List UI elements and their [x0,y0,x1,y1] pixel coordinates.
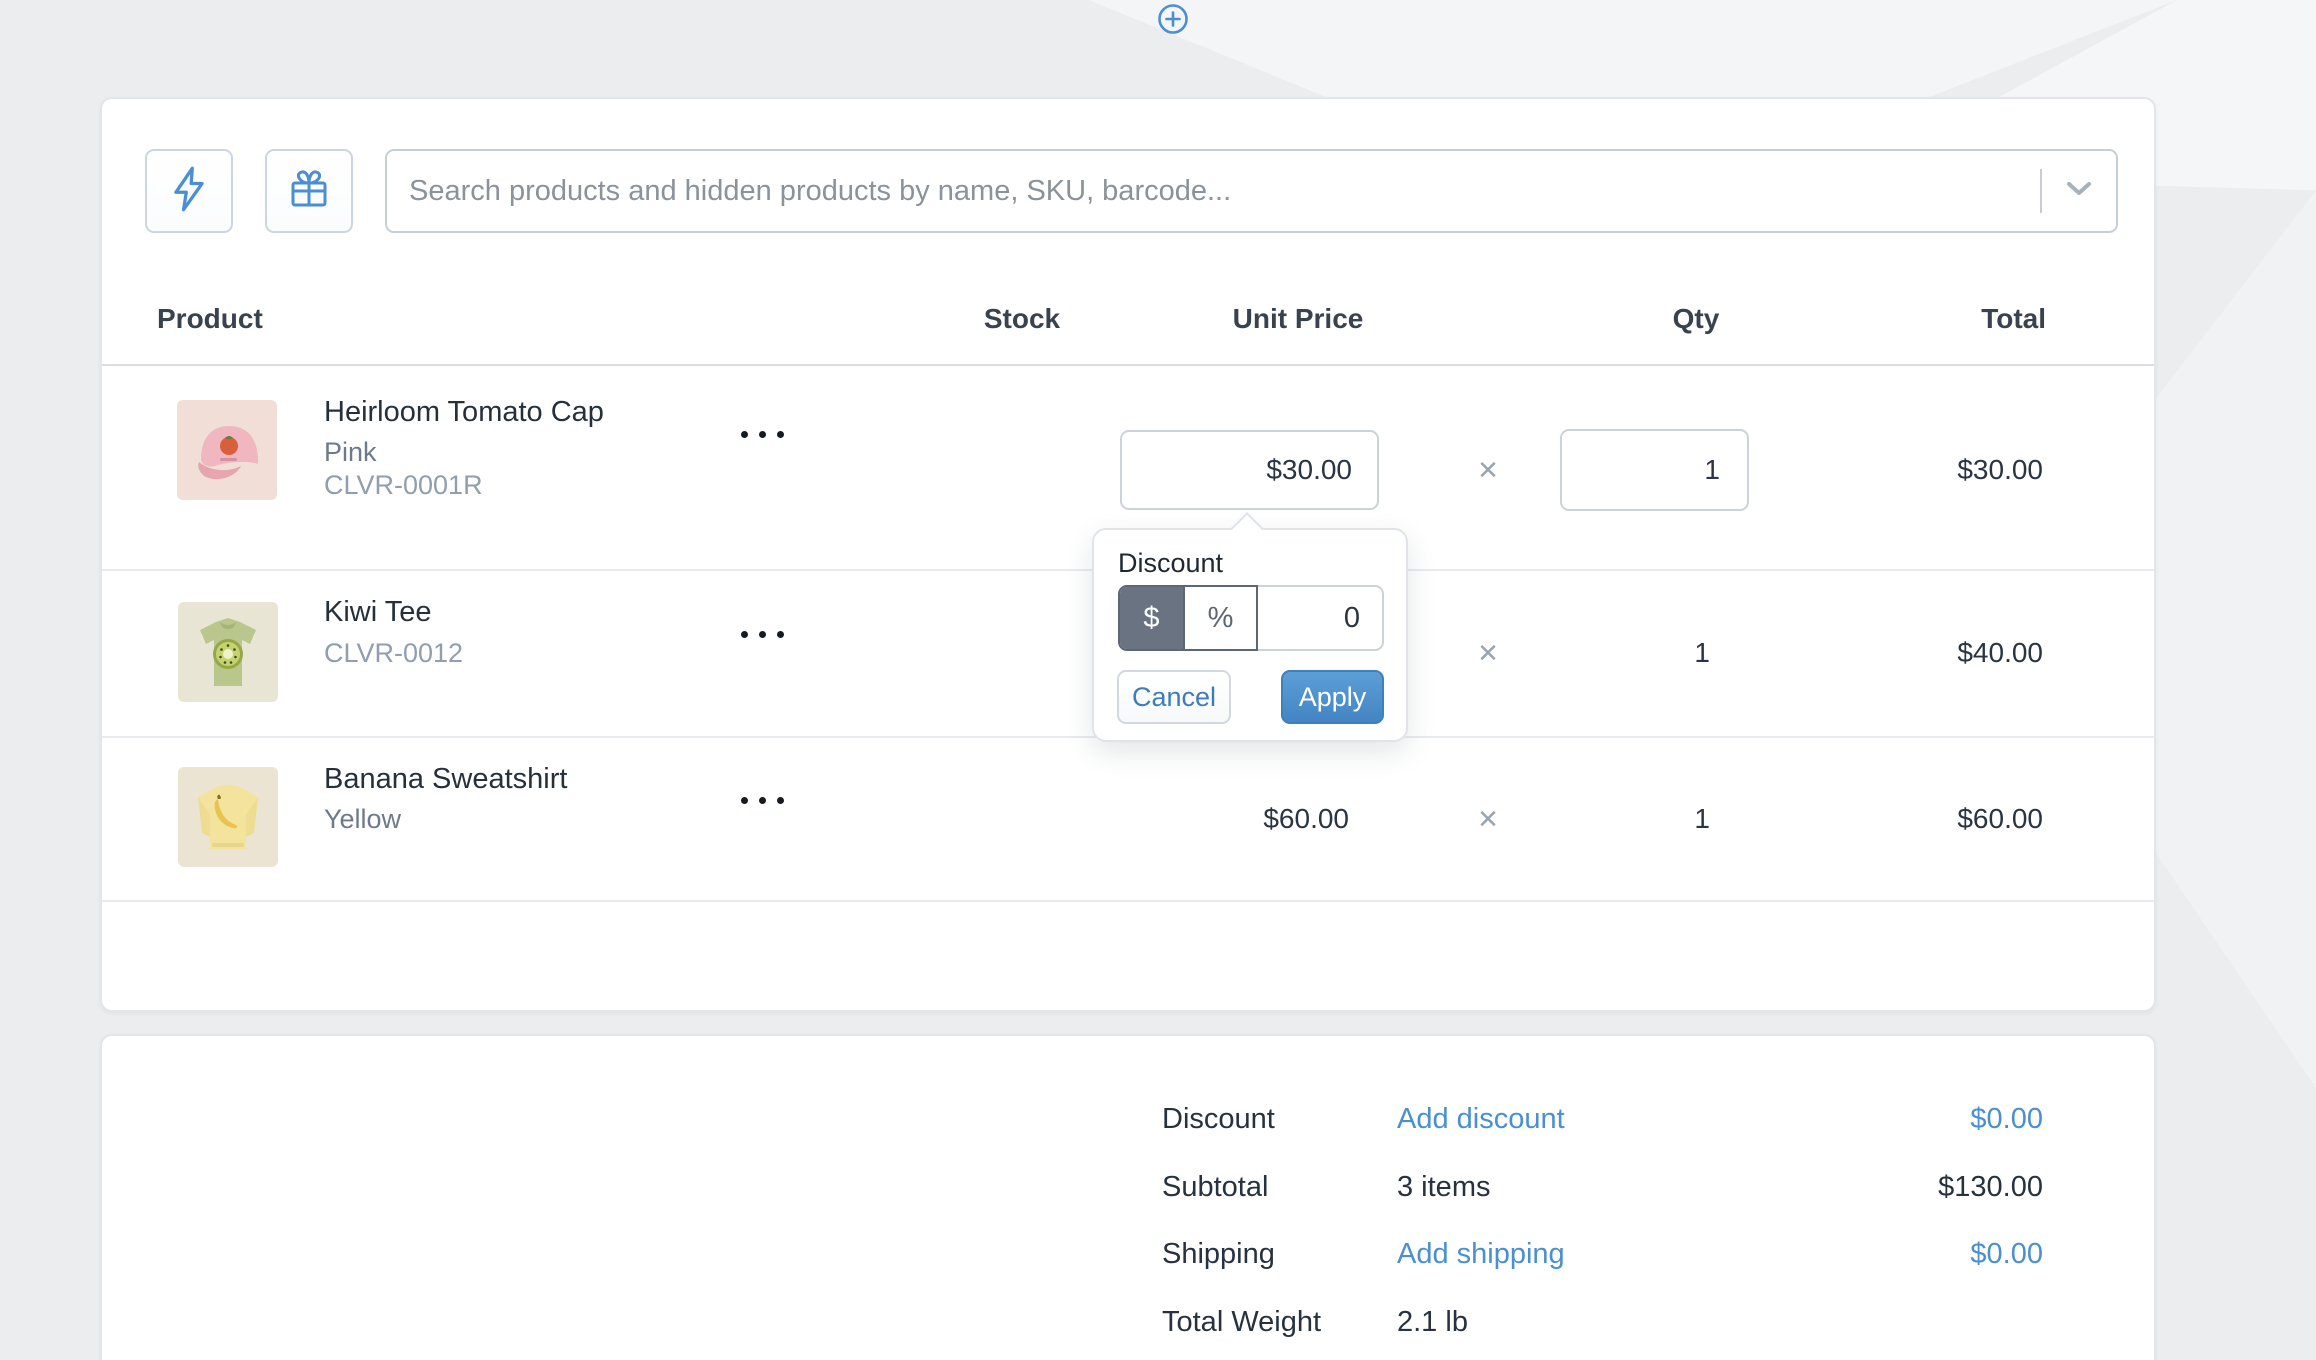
product-image-sweatshirt [178,767,278,867]
unit-price-value[interactable]: $60.00 [1263,799,1349,839]
add-discount-link[interactable]: Add discount [1397,1099,1565,1139]
product-sku: CLVR-0012 [324,635,463,671]
table-row: Banana Sweatshirt Yellow $60.00 ✕ 1 $60.… [102,736,2154,900]
summary-weight-value: 2.1 lb [1397,1302,1468,1342]
column-header-unit-price: Unit Price [1198,295,1398,343]
column-header-qty: Qty [1616,295,1776,343]
product-name-link[interactable]: Banana Sweatshirt [324,758,567,800]
line-total: $30.00 [1957,450,2043,490]
product-sku: CLVR-0001R [324,467,483,503]
quick-sale-button[interactable] [145,149,233,233]
discount-type-dollar-button[interactable]: $ [1120,587,1183,649]
line-quantity: 1 [1694,799,1710,839]
order-summary-card: Discount Add discount $0.00 Subtotal 3 i… [100,1034,2156,1360]
line-total: $40.00 [1957,633,2043,673]
discount-value-input[interactable] [1258,585,1384,651]
row-menu-button[interactable] [730,619,794,649]
summary-value: $0.00 [1970,1234,2043,1274]
ellipsis-icon [741,797,784,804]
product-search [385,149,2118,233]
row-menu-button[interactable] [730,419,794,449]
summary-row-discount: Discount Add discount $0.00 [102,1099,2154,1139]
discount-type-percent-button[interactable]: % [1183,587,1256,649]
product-name-link[interactable]: Heirloom Tomato Cap [324,391,604,433]
summary-label: Subtotal [1162,1167,1268,1207]
line-total: $60.00 [1957,799,2043,839]
apply-button[interactable]: Apply [1281,670,1384,724]
plus-circle-icon [1156,23,1190,40]
line-quantity: 1 [1694,633,1710,673]
unit-price-input[interactable] [1120,430,1379,510]
column-header-stock: Stock [942,295,1102,343]
gift-card-button[interactable] [265,149,353,233]
order-editor-page: Product Stock Unit Price Qty Total Heirl… [0,0,2316,1360]
chevron-down-icon [2066,181,2092,202]
row-divider [102,900,2154,902]
summary-label: Discount [1162,1099,1275,1139]
product-image-cap [177,400,277,500]
multiply-icon: ✕ [1458,450,1518,490]
summary-items-count: 3 items [1397,1167,1490,1207]
product-variant: Yellow [324,801,401,837]
multiply-icon: ✕ [1458,799,1518,839]
summary-row-subtotal: Subtotal 3 items $130.00 [102,1167,2154,1207]
summary-label: Total Weight [1162,1302,1321,1342]
discount-type-toggle: $ % [1118,585,1258,651]
discount-popover-title: Discount [1118,548,1223,579]
product-search-input[interactable] [387,151,2040,231]
ellipsis-icon [741,431,784,438]
product-name-link[interactable]: Kiwi Tee [324,591,431,633]
row-menu-button[interactable] [730,785,794,815]
discount-popover: Discount $ % Cancel Apply [1092,528,1408,742]
product-image-tee [178,602,278,702]
multiply-icon: ✕ [1458,633,1518,673]
search-dropdown-toggle[interactable] [2042,151,2116,231]
summary-label: Shipping [1162,1234,1275,1274]
gift-icon [285,165,333,218]
lightning-icon [169,165,209,218]
add-shipping-link[interactable]: Add shipping [1397,1234,1565,1274]
ellipsis-icon [741,631,784,638]
column-header-total: Total [1981,295,2046,343]
discount-controls: $ % [1118,585,1384,651]
add-section-button[interactable] [1156,2,1190,36]
quantity-input[interactable] [1560,429,1749,511]
summary-row-total-weight: Total Weight 2.1 lb [102,1302,2154,1342]
summary-value: $130.00 [1938,1167,2043,1207]
column-header-product: Product [157,295,263,343]
summary-row-shipping: Shipping Add shipping $0.00 [102,1234,2154,1274]
cancel-button[interactable]: Cancel [1117,670,1231,724]
summary-value: $0.00 [1970,1099,2043,1139]
product-variant: Pink [324,434,377,470]
